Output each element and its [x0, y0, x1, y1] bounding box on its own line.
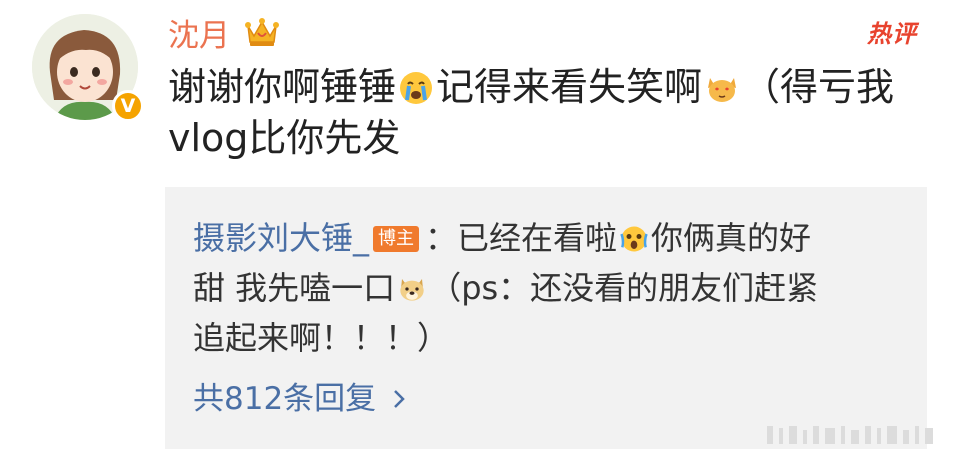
reply-text-part: 甜 我先嗑一口 [193, 269, 396, 307]
reply-text: 摄影刘大锤_ 博主 ：已经在看啦 你俩真的好 甜 我先嗑一口 （ps：还没看的朋友们赶紧… [193, 213, 903, 363]
username[interactable]: 沈月 [168, 10, 230, 55]
user-avatar[interactable]: V [32, 14, 144, 122]
chevron-right-icon [394, 390, 405, 408]
comment-text-part: 记得来看失笑啊 [436, 65, 703, 109]
reply-line: 追起来啊！！！） [193, 319, 450, 357]
reply-text-part: ：已经在看啦 [425, 219, 618, 257]
reply-line: 摄影刘大锤_ 博主 ：已经在看啦 你俩真的好 [193, 213, 903, 263]
comment-text-part: vlog比你先发 [168, 116, 401, 160]
comment-text-part: 谢谢你啊锤锤 [168, 65, 397, 109]
crown-icon [245, 18, 279, 46]
hot-comment-badge: 热评 [867, 20, 917, 48]
comment-header: 沈月 [168, 8, 280, 56]
view-all-replies-link[interactable]: 共812条回复 [193, 379, 406, 419]
reply-count-label: 共812条回复 [193, 381, 377, 417]
doge-icon [400, 279, 424, 301]
comment-text-part: （得亏我 [742, 65, 895, 109]
reply-preview-box[interactable]: 摄影刘大锤_ 博主 ：已经在看啦 你俩真的好 甜 我先嗑一口 （ps：还没看的朋友们赶紧… [165, 187, 927, 449]
reply-text-part: 你俩真的好 [651, 219, 812, 257]
comment-text: 谢谢你啊锤锤 记得来看失笑啊 （得亏我 vlog比你先发 [168, 62, 938, 164]
crying-face-icon [400, 72, 433, 104]
reply-text-part: （ps：还没看的朋友们赶紧 [429, 269, 819, 307]
reply-line: 甜 我先嗑一口 （ps：还没看的朋友们赶紧 [193, 263, 903, 313]
shocked-face-icon [620, 226, 648, 252]
reply-author[interactable]: 摄影刘大锤_ [193, 219, 369, 257]
verified-v-badge: V [112, 90, 144, 122]
host-badge: 博主 [373, 226, 420, 252]
watermark-graphic [767, 426, 933, 444]
hearts-cat-icon [708, 78, 737, 102]
